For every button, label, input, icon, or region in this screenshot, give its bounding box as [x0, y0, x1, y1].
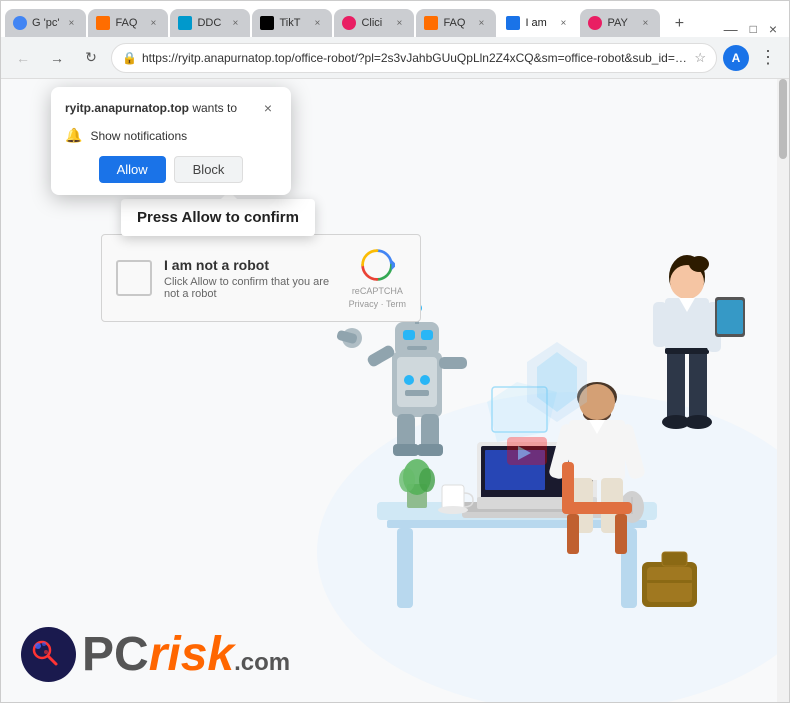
new-tab-button[interactable]: +	[666, 11, 692, 37]
browser-menu-button[interactable]: ⋮	[755, 47, 781, 68]
tab-label-click: Clici	[361, 17, 387, 29]
forward-button[interactable]: →	[43, 44, 71, 72]
tab-bar: G 'pc' × FAQ × DDC × TikT × Clici × FAQ …	[1, 1, 789, 37]
nav-bar: ← → ↻ 🔒 https://ryitp.anapurnatop.top/of…	[1, 37, 789, 79]
popup-domain: ryitp.anapurnatop.top	[65, 101, 189, 115]
recaptcha-subtitle: Click Allow to confirm that you are not …	[164, 276, 337, 300]
tab-click[interactable]: Clici ×	[334, 9, 414, 37]
block-button[interactable]: Block	[174, 156, 244, 183]
recaptcha-box: I am not a robot Click Allow to confirm …	[101, 234, 421, 322]
bookmark-icon[interactable]: ☆	[694, 50, 706, 66]
tab-label-active: I am	[525, 17, 551, 29]
page-background: ryitp.anapurnatop.top wants to × 🔔 Show …	[1, 79, 777, 702]
tab-label-faq2: FAQ	[443, 17, 469, 29]
tab-label-pay: PAY	[607, 17, 633, 29]
back-icon: ←	[16, 50, 30, 66]
tab-close-tiktok[interactable]: ×	[310, 16, 324, 30]
back-button[interactable]: ←	[9, 44, 37, 72]
reload-button[interactable]: ↻	[77, 44, 105, 72]
browser-frame: G 'pc' × FAQ × DDC × TikT × Clici × FAQ …	[0, 0, 790, 703]
bell-icon: 🔔	[65, 127, 82, 144]
notification-text: Show notifications	[90, 129, 187, 143]
tab-tiktok[interactable]: TikT ×	[252, 9, 332, 37]
profile-avatar[interactable]: A	[723, 45, 749, 71]
window-close-button[interactable]: ×	[769, 21, 777, 37]
pcrisk-logo: PCrisk.com	[21, 627, 290, 682]
press-allow-tooltip: Press Allow to confirm	[121, 199, 315, 236]
notification-popup: ryitp.anapurnatop.top wants to × 🔔 Show …	[51, 87, 291, 195]
tab-close-ddc[interactable]: ×	[228, 16, 242, 30]
tab-ddc[interactable]: DDC ×	[170, 9, 250, 37]
pcrisk-com: .com	[234, 649, 290, 676]
recaptcha-logo-area: reCAPTCHA Privacy · Term	[349, 247, 406, 309]
press-allow-text: Press Allow to confirm	[137, 209, 299, 226]
url-bar[interactable]: 🔒 https://ryitp.anapurnatop.top/office-r…	[111, 43, 717, 73]
recaptcha-links: Privacy · Term	[349, 299, 406, 309]
tab-label-tiktok: TikT	[279, 17, 305, 29]
recaptcha-logo-icon	[359, 247, 395, 283]
recaptcha-title: I am not a robot	[164, 257, 337, 273]
scrollbar-thumb[interactable]	[779, 79, 787, 159]
recaptcha-brand: reCAPTCHA	[352, 286, 403, 296]
tab-pay[interactable]: PAY ×	[580, 9, 660, 37]
tab-label-faq1: FAQ	[115, 17, 141, 29]
tab-active[interactable]: I am ×	[498, 9, 578, 37]
tab-label-google: G 'pc'	[32, 17, 59, 29]
tab-faq1[interactable]: FAQ ×	[88, 9, 168, 37]
notification-row: 🔔 Show notifications	[65, 127, 277, 144]
pcrisk-pc: PC	[82, 628, 149, 681]
tab-close-pay[interactable]: ×	[638, 16, 652, 30]
reload-icon: ↻	[85, 49, 97, 66]
window-restore-button[interactable]: □	[750, 22, 757, 36]
profile-initial: A	[732, 51, 741, 65]
pcrisk-icon	[21, 627, 76, 682]
tab-faq2[interactable]: FAQ ×	[416, 9, 496, 37]
tab-close-faq2[interactable]: ×	[474, 16, 488, 30]
allow-button[interactable]: Allow	[99, 156, 166, 183]
popup-title-suffix: wants to	[189, 101, 237, 115]
tab-close-faq1[interactable]: ×	[146, 16, 160, 30]
tab-close-active[interactable]: ×	[556, 16, 570, 30]
pcrisk-risk: risk	[149, 628, 234, 681]
popup-buttons: Allow Block	[65, 156, 277, 183]
popup-header: ryitp.anapurnatop.top wants to ×	[65, 99, 277, 117]
recaptcha-checkbox[interactable]	[116, 260, 152, 296]
pcrisk-logo-icon	[24, 630, 74, 680]
window-minimize-button[interactable]: —	[724, 21, 738, 37]
tab-close-google[interactable]: ×	[64, 16, 78, 30]
url-text: https://ryitp.anapurnatop.top/office-rob…	[142, 51, 689, 65]
pcrisk-text: PCrisk.com	[82, 631, 290, 679]
recaptcha-text-area: I am not a robot Click Allow to confirm …	[164, 257, 337, 300]
tab-google[interactable]: G 'pc' ×	[5, 9, 86, 37]
forward-icon: →	[50, 50, 64, 66]
tab-label-ddc: DDC	[197, 17, 223, 29]
tab-close-click[interactable]: ×	[392, 16, 406, 30]
page-content: ryitp.anapurnatop.top wants to × 🔔 Show …	[1, 79, 789, 702]
popup-close-button[interactable]: ×	[259, 99, 277, 117]
lock-icon: 🔒	[122, 51, 137, 65]
scrollbar[interactable]	[777, 79, 789, 702]
popup-title: ryitp.anapurnatop.top wants to	[65, 101, 237, 115]
